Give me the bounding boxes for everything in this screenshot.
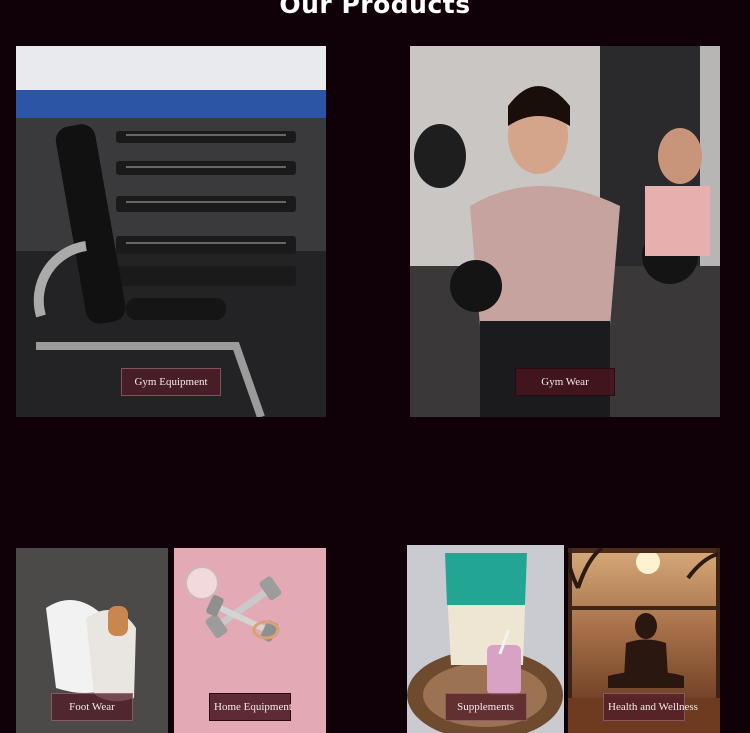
gym-wear-image: [410, 46, 720, 417]
home-equipment-label[interactable]: Home Equipment: [209, 693, 292, 721]
supplements-label[interactable]: Supplements: [444, 693, 527, 721]
product-card-supplements[interactable]: Supplements: [407, 545, 564, 733]
product-card-foot-wear[interactable]: Foot Wear: [16, 548, 168, 733]
product-card-gym-wear[interactable]: Gym Wear: [410, 46, 720, 417]
foot-wear-label[interactable]: Foot Wear: [51, 693, 133, 721]
gym-equipment-label[interactable]: Gym Equipment: [121, 368, 221, 396]
product-card-home-equipment[interactable]: Home Equipment: [174, 548, 326, 733]
section-title: Our Products: [279, 0, 471, 19]
product-card-gym-equipment[interactable]: Gym Equipment: [16, 46, 326, 417]
gym-equipment-image: [16, 46, 326, 417]
product-card-health-and-wellness[interactable]: Health and Wellness: [568, 548, 720, 733]
gym-wear-label[interactable]: Gym Wear: [515, 368, 615, 396]
health-and-wellness-label[interactable]: Health and Wellness: [603, 693, 698, 721]
